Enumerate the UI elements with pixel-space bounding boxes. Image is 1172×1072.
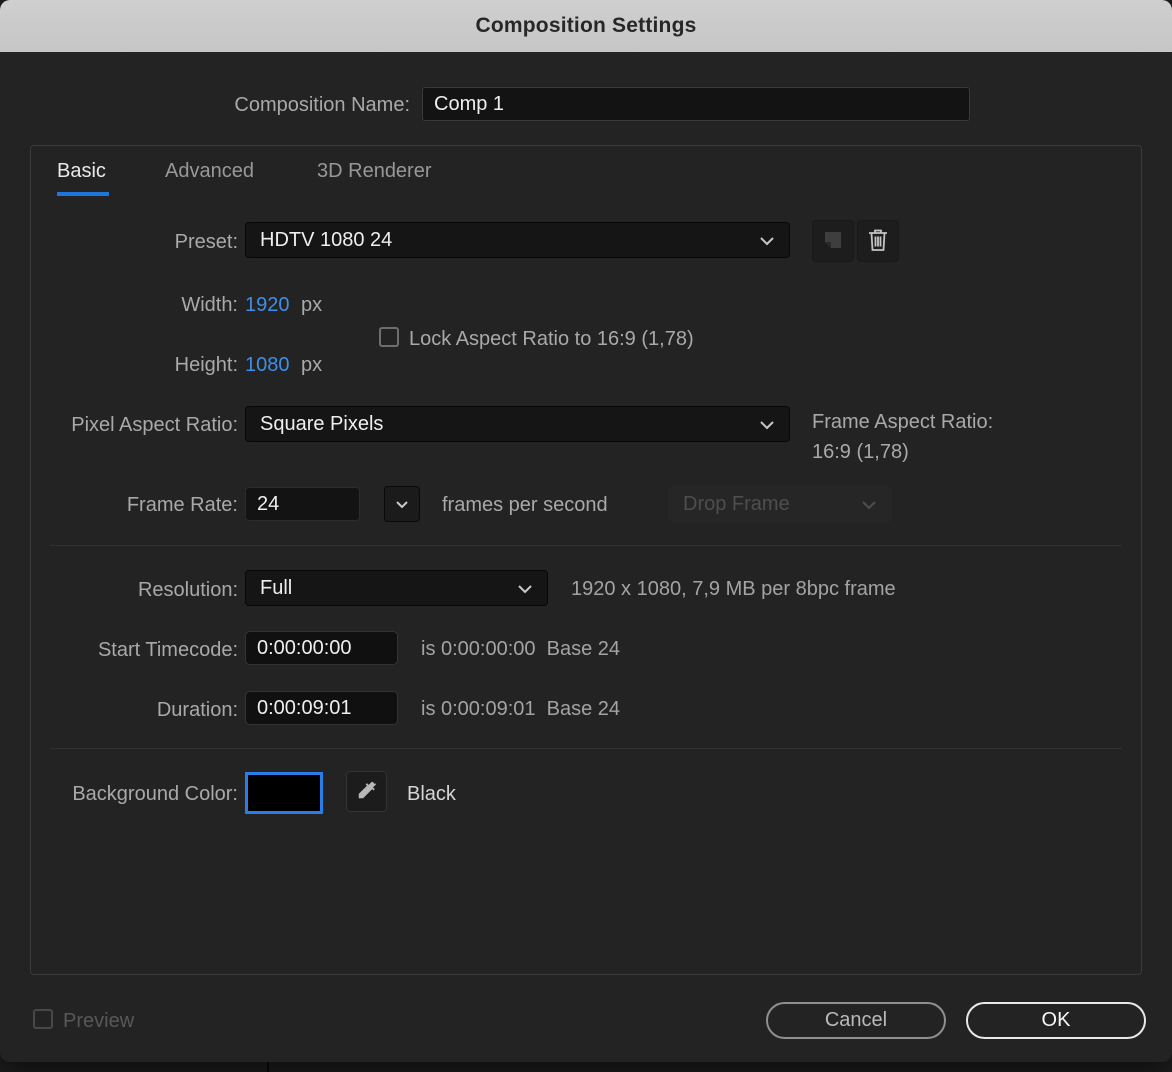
- delete-preset-button[interactable]: [857, 220, 899, 262]
- duration-info: is 0:00:09:01 Base 24: [421, 698, 621, 720]
- pixel-aspect-ratio-label: Pixel Aspect Ratio:: [71, 414, 238, 436]
- dialog-titlebar[interactable]: Composition Settings: [0, 0, 1172, 52]
- lock-aspect-checkbox[interactable]: [379, 327, 399, 347]
- duration-input[interactable]: [245, 691, 398, 725]
- frame-rate-label: Frame Rate:: [126, 494, 238, 516]
- width-value[interactable]: 1920: [245, 293, 305, 317]
- chevron-down-icon: [517, 577, 533, 600]
- width-label: Width:: [181, 294, 238, 316]
- frame-rate-dropdown-button[interactable]: [384, 486, 420, 522]
- settings-panel: [30, 145, 1142, 975]
- pixel-aspect-ratio-value: Square Pixels: [260, 412, 384, 435]
- height-value[interactable]: 1080: [245, 353, 305, 377]
- resolution-select[interactable]: Full: [245, 570, 548, 606]
- resolution-value: Full: [260, 576, 293, 599]
- eyedropper-button[interactable]: [346, 771, 387, 812]
- preset-value: HDTV 1080 24: [260, 228, 393, 251]
- frame-rate-suffix: frames per second: [442, 494, 608, 516]
- background-color-swatch[interactable]: [245, 772, 323, 814]
- frame-rate-input[interactable]: [245, 487, 360, 521]
- height-label: Height:: [174, 354, 238, 376]
- pixel-aspect-ratio-select[interactable]: Square Pixels: [245, 406, 790, 442]
- cancel-button[interactable]: Cancel: [766, 1002, 946, 1039]
- preview-label: Preview: [63, 1010, 135, 1032]
- chevron-down-icon: [759, 413, 775, 436]
- ok-button[interactable]: OK: [966, 1002, 1146, 1039]
- tab-basic[interactable]: Basic: [57, 160, 106, 183]
- eyedropper-icon: [356, 779, 378, 804]
- chevron-down-icon: [395, 497, 409, 512]
- start-timecode-label: Start Timecode:: [97, 639, 238, 661]
- duration-label: Duration:: [156, 699, 238, 721]
- composition-settings-dialog: Composition Settings Composition Name: B…: [0, 0, 1172, 1062]
- frame-aspect-ratio-value: 16:9 (1,78): [812, 441, 909, 463]
- start-timecode-info: is 0:00:00:00 Base 24: [421, 638, 621, 660]
- dialog-title: Composition Settings: [475, 14, 697, 37]
- composition-name-label: Composition Name:: [234, 94, 410, 116]
- start-timecode-input[interactable]: [245, 631, 398, 665]
- composition-name-input[interactable]: [422, 87, 970, 121]
- chevron-down-icon: [759, 229, 775, 252]
- section-divider: [50, 545, 1122, 546]
- width-unit: px: [301, 294, 323, 316]
- preset-label: Preset:: [174, 231, 238, 253]
- preview-checkbox[interactable]: [33, 1009, 53, 1029]
- preset-select[interactable]: HDTV 1080 24: [245, 222, 790, 258]
- save-preset-icon: [821, 228, 845, 255]
- background-color-label: Background Color:: [72, 783, 238, 805]
- resolution-info: 1920 x 1080, 7,9 MB per 8bpc frame: [571, 578, 896, 600]
- drop-frame-select: Drop Frame: [668, 486, 892, 522]
- section-divider: [50, 748, 1122, 749]
- trash-icon: [866, 227, 890, 256]
- background-color-name: Black: [407, 783, 456, 805]
- lock-aspect-label: Lock Aspect Ratio to 16:9 (1,78): [409, 328, 694, 350]
- frame-aspect-ratio-label: Frame Aspect Ratio:: [812, 411, 994, 433]
- active-tab-indicator: [57, 192, 109, 196]
- save-preset-button[interactable]: [812, 220, 854, 262]
- chevron-down-icon: [861, 493, 877, 516]
- tab-advanced[interactable]: Advanced: [165, 160, 254, 183]
- tab-3d-renderer[interactable]: 3D Renderer: [317, 160, 432, 183]
- drop-frame-value: Drop Frame: [683, 492, 790, 515]
- resolution-label: Resolution:: [137, 579, 238, 601]
- height-unit: px: [301, 354, 323, 376]
